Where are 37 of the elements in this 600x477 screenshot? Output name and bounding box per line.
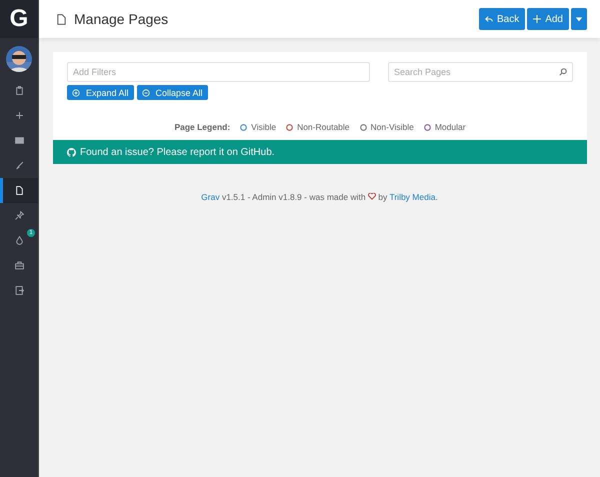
issue-notice: Found an issue? Please report it on GitHub. [80, 146, 275, 158]
footer-credits: Grav v1.5.1 - Admin v1.8.9 - was made with by Trilby Media. [200, 192, 439, 202]
expand-button[interactable]: Expand All [67, 85, 134, 100]
exit-icon [14, 286, 24, 295]
brush-icon [14, 161, 24, 170]
circle-plus-icon [72, 88, 80, 96]
legend-label: Non-Visible [370, 122, 414, 132]
caret-icon [575, 15, 583, 23]
dropdown-button[interactable] [571, 8, 587, 30]
plus-icon [533, 15, 542, 23]
collapse-button[interactable]: Collapse All [136, 85, 208, 100]
logo[interactable]: G [0, 0, 38, 38]
footer-link[interactable]: Trilby Media [389, 192, 436, 202]
filter-field[interactable]: Add Filters [67, 62, 370, 82]
toolbox-icon [14, 261, 24, 270]
back-arrow-icon [484, 15, 493, 23]
page-title: Manage Pages [74, 11, 170, 27]
heart-icon [368, 193, 376, 200]
circle-minus-icon [142, 88, 150, 96]
back-button[interactable]: Back [478, 8, 526, 30]
github-icon [67, 148, 76, 156]
page-icon [14, 186, 24, 195]
page-icon [57, 14, 66, 24]
search-icon [559, 68, 567, 76]
clipboard-icon [14, 86, 24, 95]
legend-label: Visible [251, 122, 276, 132]
footer-link[interactable]: Grav [201, 192, 220, 202]
sidebar-item[interactable] [0, 178, 38, 203]
search-field[interactable]: Search Pages [388, 62, 573, 82]
legend-label: Non-Routable [297, 122, 350, 132]
grid-icon [14, 136, 24, 145]
drop-icon [14, 236, 24, 245]
pin-icon [14, 211, 24, 220]
add-button[interactable]: Add [527, 8, 569, 30]
legend-label: Modular [434, 122, 466, 132]
plus-icon [14, 111, 24, 120]
legend-title: Page Legend: [174, 122, 230, 132]
